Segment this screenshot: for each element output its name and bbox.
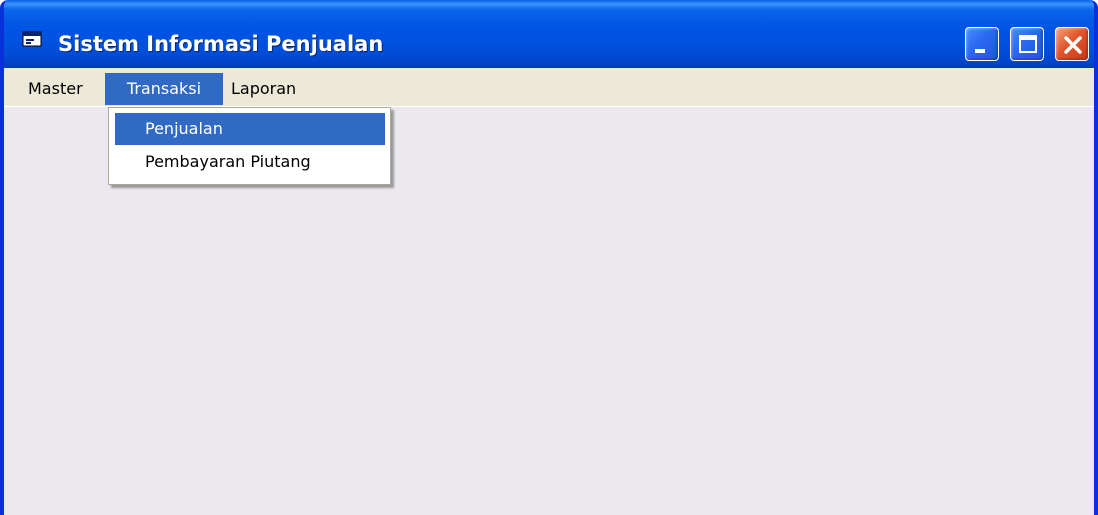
menu-bar: Master Transaksi Laporan xyxy=(4,70,1094,107)
minimize-button[interactable] xyxy=(965,27,999,61)
transaksi-dropdown-menu: Penjualan Pembayaran Piutang xyxy=(108,107,391,185)
close-button[interactable] xyxy=(1055,27,1089,61)
menu-item-penjualan[interactable]: Penjualan xyxy=(115,113,385,145)
menu-master[interactable]: Master xyxy=(20,73,91,105)
menu-item-pembayaran-piutang[interactable]: Pembayaran Piutang xyxy=(115,146,385,178)
app-window: Sistem Informasi Penjualan Master Transa… xyxy=(0,0,1098,515)
title-bar[interactable]: Sistem Informasi Penjualan xyxy=(4,0,1094,68)
maximize-icon xyxy=(1019,35,1037,53)
menu-laporan[interactable]: Laporan xyxy=(223,73,304,105)
menu-transaksi[interactable]: Transaksi xyxy=(105,73,223,105)
window-title: Sistem Informasi Penjualan xyxy=(58,32,384,56)
maximize-button[interactable] xyxy=(1010,27,1044,61)
app-window-icon[interactable] xyxy=(22,31,42,47)
close-icon xyxy=(1064,36,1082,54)
minimize-icon xyxy=(975,49,985,53)
